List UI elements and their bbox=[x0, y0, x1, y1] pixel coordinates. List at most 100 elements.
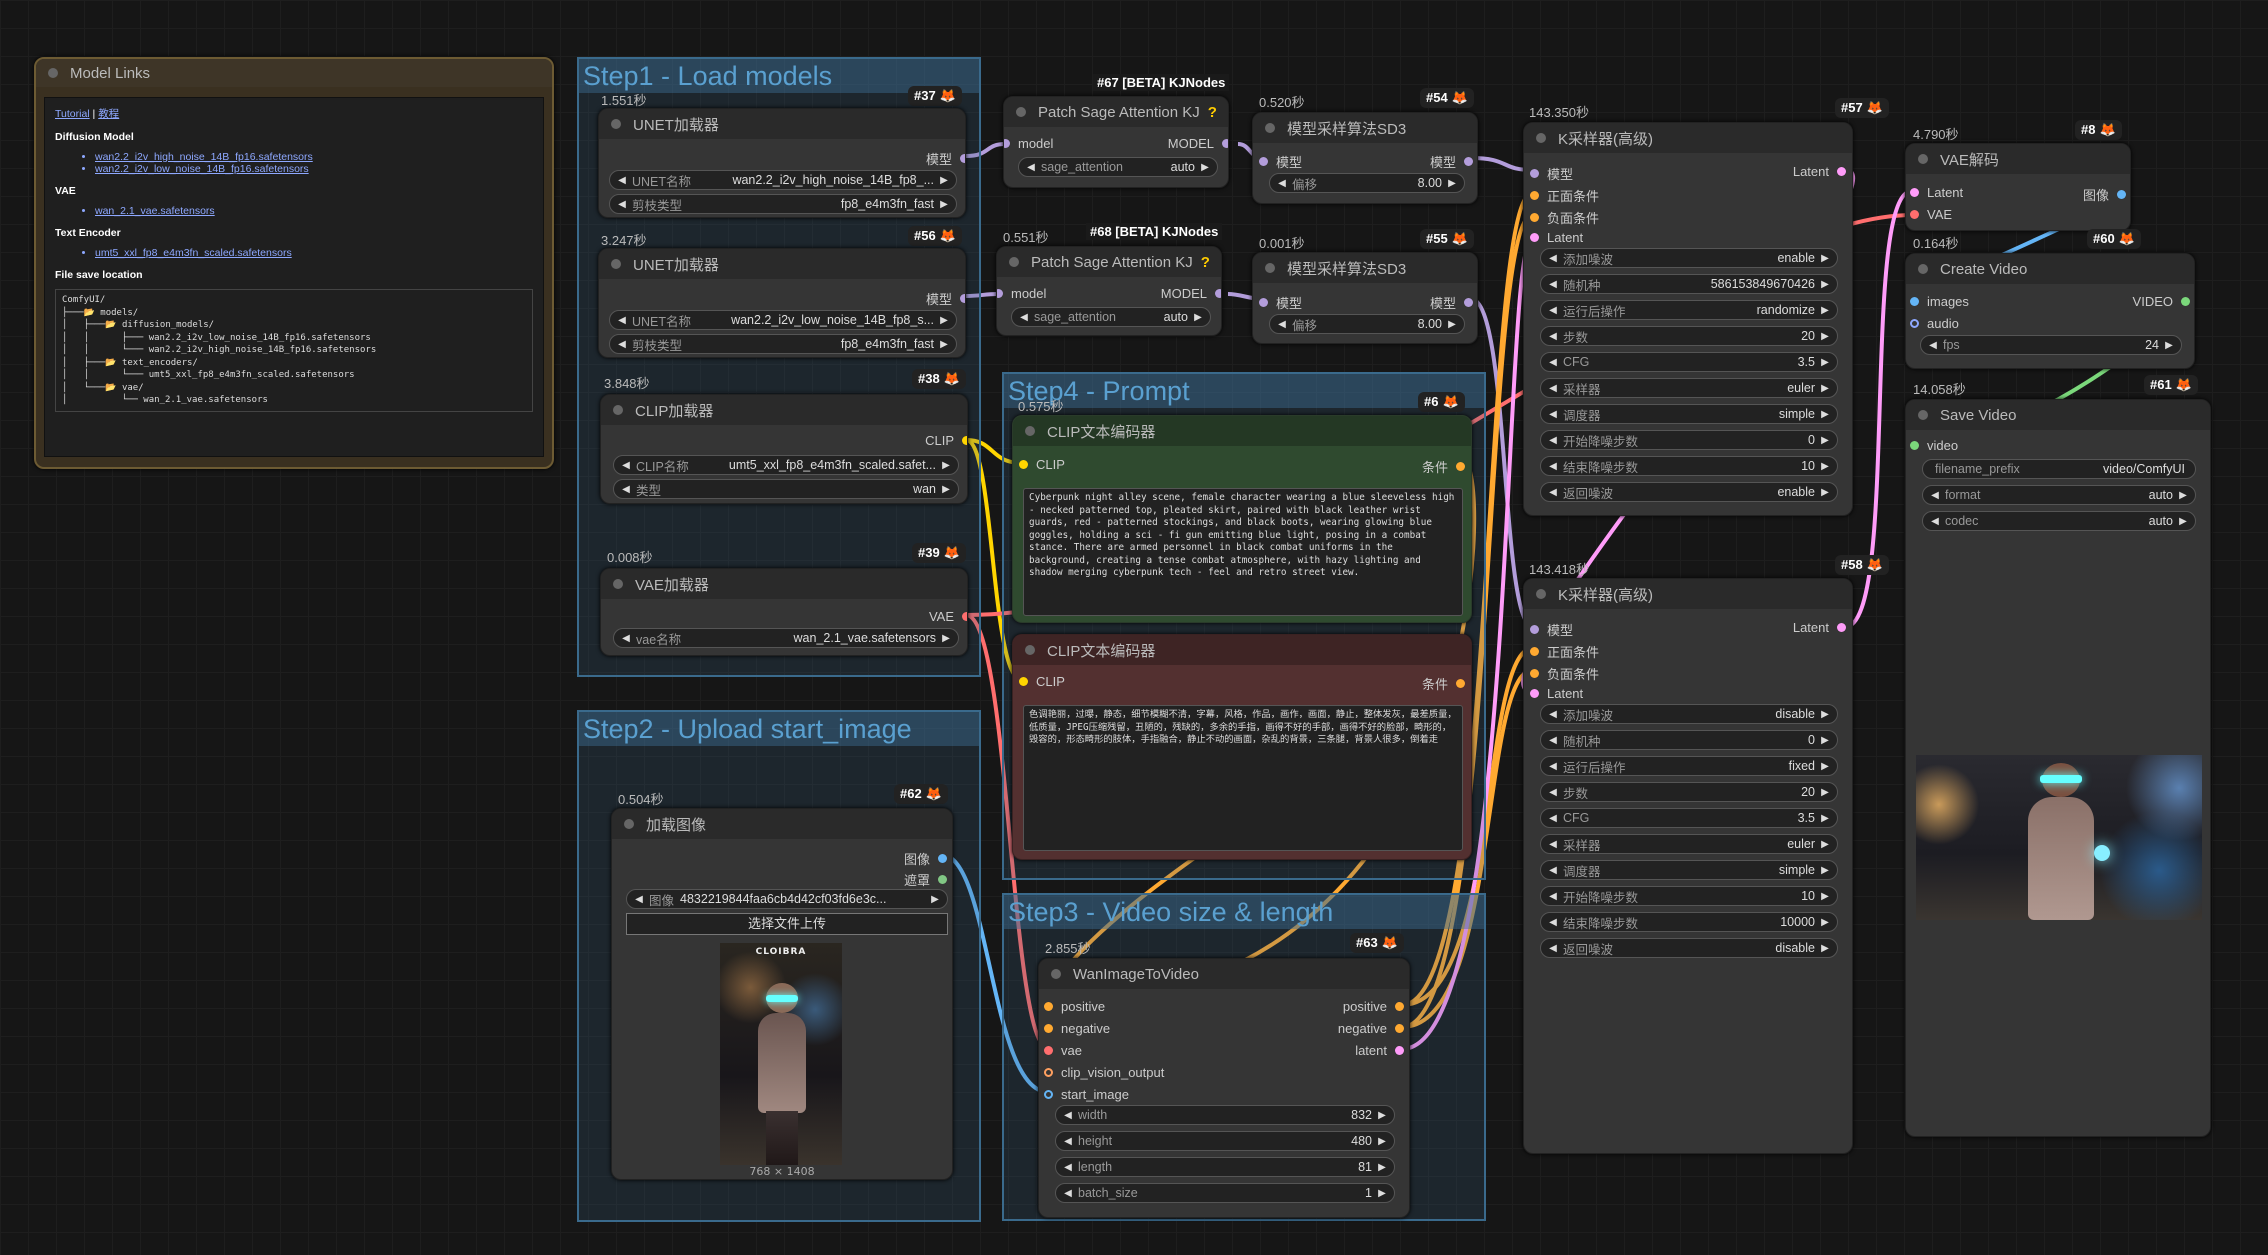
decrement-icon[interactable]: ◀ bbox=[1062, 1162, 1074, 1173]
increment-icon[interactable]: ▶ bbox=[1819, 279, 1831, 290]
decrement-icon[interactable]: ◀ bbox=[1547, 279, 1559, 290]
right-arrow-icon[interactable]: ▶ bbox=[1819, 305, 1831, 316]
jiaocheng-link[interactable]: 教程 bbox=[98, 108, 119, 120]
decrement-icon[interactable]: ◀ bbox=[1547, 813, 1559, 824]
right-arrow-icon[interactable]: ▶ bbox=[1819, 709, 1831, 720]
image-file-combo[interactable]: ◀ 图像 4832219844faa6cb4d42cf03fd6e3c... ▶ bbox=[626, 889, 948, 909]
collapse-dot[interactable] bbox=[1918, 264, 1928, 274]
input-vae[interactable]: vae bbox=[1044, 1043, 1082, 1058]
increment-icon[interactable]: ▶ bbox=[1819, 787, 1831, 798]
output-video[interactable]: VIDEO bbox=[2133, 294, 2190, 309]
right-arrow-icon[interactable]: ▶ bbox=[1819, 409, 1831, 420]
output-conditioning[interactable]: 条件 bbox=[1422, 457, 1465, 476]
input-images[interactable]: images bbox=[1910, 294, 1969, 309]
left-arrow-icon[interactable]: ◀ bbox=[620, 460, 632, 471]
collapse-dot[interactable] bbox=[1025, 426, 1035, 436]
collapse-dot[interactable] bbox=[1536, 133, 1546, 143]
collapse-dot[interactable] bbox=[1265, 123, 1275, 133]
width-number[interactable]: ◀ width 832 ▶ bbox=[1055, 1105, 1395, 1125]
cfg-number[interactable]: ◀ CFG 3.5 ▶ bbox=[1540, 352, 1838, 372]
left-arrow-icon[interactable]: ◀ bbox=[1547, 305, 1559, 316]
vae-name-combo[interactable]: ◀ vae名称 wan_2.1_vae.safetensors ▶ bbox=[613, 628, 959, 648]
output-model[interactable]: 模型 bbox=[926, 149, 965, 168]
left-arrow-icon[interactable]: ◀ bbox=[1547, 943, 1559, 954]
right-arrow-icon[interactable]: ▶ bbox=[1819, 253, 1831, 264]
collapse-dot[interactable] bbox=[1265, 263, 1275, 273]
input-clip[interactable]: CLIP bbox=[1019, 457, 1065, 472]
left-arrow-icon[interactable]: ◀ bbox=[1547, 253, 1559, 264]
left-arrow-icon[interactable]: ◀ bbox=[616, 339, 628, 350]
output-model[interactable]: 模型 bbox=[1430, 152, 1473, 171]
node-ksampler-advanced-58[interactable]: K采样器(高级) 模型 正面条件 负面条件 Latent Latent ◀ 添加噪… bbox=[1523, 578, 1853, 1154]
right-arrow-icon[interactable]: ▶ bbox=[1192, 312, 1204, 323]
sage-attention-combo[interactable]: ◀ sage_attention auto ▶ bbox=[1011, 307, 1211, 327]
right-arrow-icon[interactable]: ▶ bbox=[2177, 490, 2189, 501]
increment-icon[interactable]: ▶ bbox=[1819, 331, 1831, 342]
add-noise-combo[interactable]: ◀ 添加噪波 enable ▶ bbox=[1540, 248, 1838, 268]
collapse-dot[interactable] bbox=[1536, 589, 1546, 599]
node-wan-image-to-video[interactable]: WanImageToVideo positive negative vae cl… bbox=[1038, 958, 1410, 1218]
input-positive[interactable]: 正面条件 bbox=[1530, 186, 1599, 205]
output-image[interactable]: 图像 bbox=[2083, 185, 2126, 204]
left-arrow-icon[interactable]: ◀ bbox=[1018, 312, 1030, 323]
decrement-icon[interactable]: ◀ bbox=[1062, 1188, 1074, 1199]
collapse-dot[interactable] bbox=[1918, 410, 1928, 420]
right-arrow-icon[interactable]: ▶ bbox=[1819, 761, 1831, 772]
left-arrow-icon[interactable]: ◀ bbox=[616, 315, 628, 326]
right-arrow-icon[interactable]: ▶ bbox=[940, 484, 952, 495]
left-arrow-icon[interactable]: ◀ bbox=[620, 633, 632, 644]
decrement-icon[interactable]: ◀ bbox=[1276, 178, 1288, 189]
video-preview[interactable] bbox=[1916, 755, 2202, 920]
collapse-dot[interactable] bbox=[624, 819, 634, 829]
node-model-sampling-sd3-55[interactable]: 模型采样算法SD3 模型 模型 ◀ 偏移 8.00 ▶ bbox=[1252, 252, 1478, 344]
right-arrow-icon[interactable]: ▶ bbox=[1819, 943, 1831, 954]
positive-prompt-textarea[interactable]: Cyberpunk night alley scene, female char… bbox=[1023, 488, 1463, 616]
node-clip-text-encode-positive[interactable]: CLIP文本编码器 CLIP 条件 Cyberpunk night alley … bbox=[1012, 415, 1472, 623]
left-arrow-icon[interactable]: ◀ bbox=[616, 199, 628, 210]
clip-type-combo[interactable]: ◀ 类型 wan ▶ bbox=[613, 479, 959, 499]
sampler-combo[interactable]: ◀ 采样器 euler ▶ bbox=[1540, 834, 1838, 854]
decrement-icon[interactable]: ◀ bbox=[1547, 331, 1559, 342]
output-mask[interactable]: 遮罩 bbox=[904, 870, 947, 889]
left-arrow-icon[interactable]: ◀ bbox=[1547, 383, 1559, 394]
left-arrow-icon[interactable]: ◀ bbox=[1025, 162, 1037, 173]
return-noise-combo[interactable]: ◀ 返回噪波 enable ▶ bbox=[1540, 482, 1838, 502]
right-arrow-icon[interactable]: ▶ bbox=[1819, 865, 1831, 876]
decrement-icon[interactable]: ◀ bbox=[1547, 917, 1559, 928]
input-negative[interactable]: 负面条件 bbox=[1530, 208, 1599, 227]
node-create-video[interactable]: Create Video images audio VIDEO ◀ fps 24 ▶ bbox=[1905, 253, 2195, 369]
return-noise-combo[interactable]: ◀ 返回噪波 disable ▶ bbox=[1540, 938, 1838, 958]
input-latent[interactable]: Latent bbox=[1530, 686, 1583, 701]
output-model[interactable]: MODEL bbox=[1161, 286, 1221, 301]
negative-prompt-textarea[interactable]: 色调艳丽，过曝，静态，细节模糊不清，字幕，风格，作品，画作，画面，静止，整体发灰… bbox=[1023, 705, 1463, 851]
collapse-dot[interactable] bbox=[1051, 969, 1061, 979]
collapse-dot[interactable] bbox=[1009, 257, 1019, 267]
end-step-number[interactable]: ◀ 结束降噪步数 10 ▶ bbox=[1540, 456, 1838, 476]
unet-name-combo[interactable]: ◀ UNET名称 wan2.2_i2v_high_noise_14B_fp8_...… bbox=[609, 170, 957, 190]
control-after-generate-combo[interactable]: ◀ 运行后操作 fixed ▶ bbox=[1540, 756, 1838, 776]
left-arrow-icon[interactable]: ◀ bbox=[1547, 409, 1559, 420]
output-model[interactable]: 模型 bbox=[1430, 293, 1473, 312]
input-clip[interactable]: CLIP bbox=[1019, 674, 1065, 689]
output-latent[interactable]: Latent bbox=[1793, 164, 1846, 179]
input-clip-vision-output[interactable]: clip_vision_output bbox=[1044, 1065, 1164, 1080]
tutorial-link[interactable]: Tutorial bbox=[55, 108, 90, 120]
clip-name-combo[interactable]: ◀ CLIP名称 umt5_xxl_fp8_e4m3fn_scaled.safet.… bbox=[613, 455, 959, 475]
increment-icon[interactable]: ▶ bbox=[1376, 1162, 1388, 1173]
increment-icon[interactable]: ▶ bbox=[1446, 178, 1458, 189]
left-arrow-icon[interactable]: ◀ bbox=[616, 175, 628, 186]
decrement-icon[interactable]: ◀ bbox=[1547, 357, 1559, 368]
output-image[interactable]: 图像 bbox=[904, 849, 947, 868]
cfg-number[interactable]: ◀ CFG 3.5 ▶ bbox=[1540, 808, 1838, 828]
decrement-icon[interactable]: ◀ bbox=[1547, 787, 1559, 798]
output-latent[interactable]: latent bbox=[1355, 1043, 1404, 1058]
input-start-image[interactable]: start_image bbox=[1044, 1087, 1129, 1102]
input-positive[interactable]: positive bbox=[1044, 999, 1105, 1014]
decrement-icon[interactable]: ◀ bbox=[1062, 1136, 1074, 1147]
steps-number[interactable]: ◀ 步数 20 ▶ bbox=[1540, 326, 1838, 346]
input-vae[interactable]: VAE bbox=[1910, 207, 1952, 222]
node-vae-loader[interactable]: VAE加载器 VAE ◀ vae名称 wan_2.1_vae.safetensors… bbox=[600, 568, 968, 656]
output-negative[interactable]: negative bbox=[1338, 1021, 1404, 1036]
increment-icon[interactable]: ▶ bbox=[1819, 917, 1831, 928]
format-combo[interactable]: ◀ format auto ▶ bbox=[1922, 485, 2196, 505]
